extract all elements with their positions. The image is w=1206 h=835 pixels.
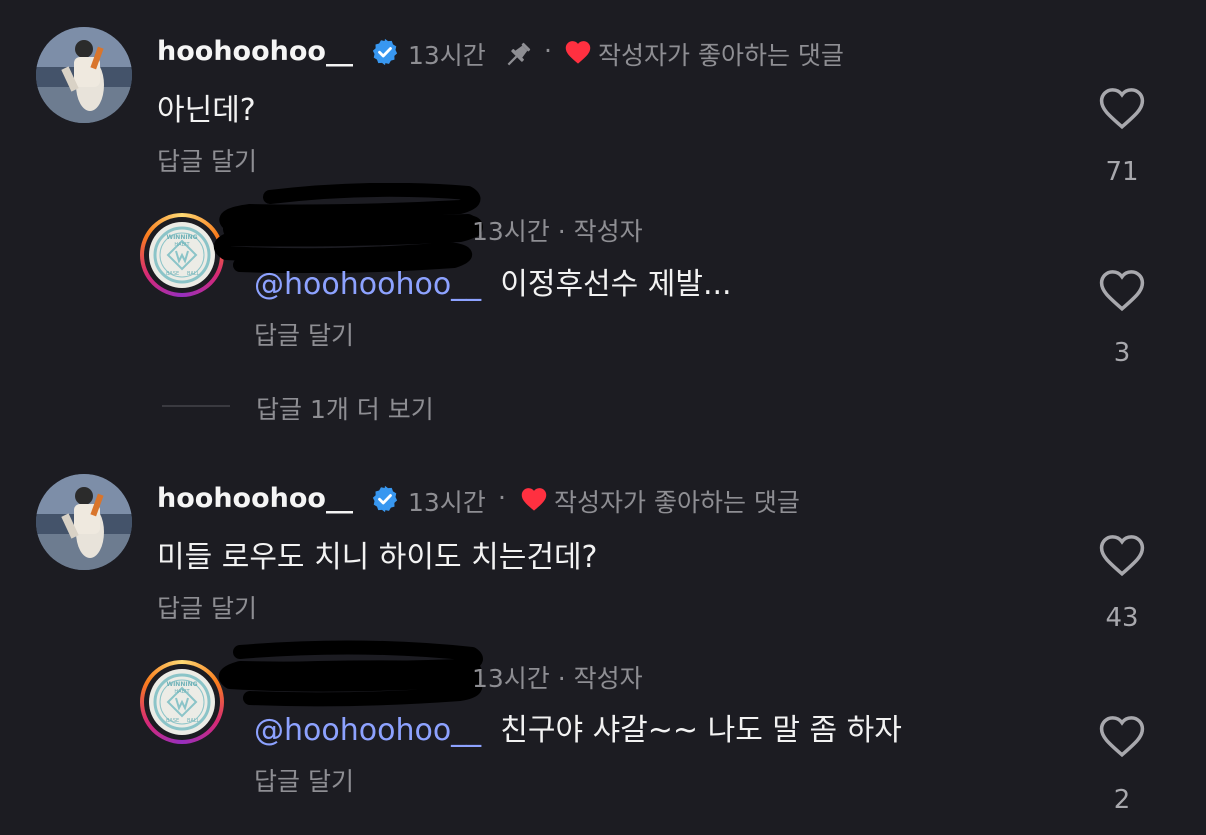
reply-mention[interactable]: @hoohoohoo__ — [254, 267, 481, 302]
like-heart-icon[interactable] — [1097, 532, 1147, 578]
author-liked-heart-icon — [565, 41, 591, 64]
author-liked-label: 작성자가 좋아하는 댓글 — [598, 41, 844, 70]
like-count: 43 — [1105, 603, 1139, 633]
comment-text: 아닌데? — [157, 93, 256, 128]
verified-badge-icon — [372, 38, 398, 66]
like-heart-icon[interactable] — [1097, 85, 1147, 131]
comment-meta-separator: · — [544, 36, 552, 65]
comments-panel: hoohoohoo__ 13시간 · 작성자가 좋아하는 댓글 아닌데? 답글 … — [0, 0, 1206, 835]
reply-button[interactable]: 답글 달기 — [157, 142, 257, 178]
avatar[interactable] — [36, 474, 132, 570]
reply-button[interactable]: 답글 달기 — [254, 762, 354, 798]
comment-time: 13시간 — [408, 488, 486, 517]
avatar-photo-icon — [36, 27, 132, 123]
logo-text-mid: HABIT — [174, 242, 190, 248]
comment-username[interactable]: hoohoohoo__ — [157, 483, 353, 514]
logo-text-right: BALL — [187, 271, 200, 277]
comment-meta-separator: · — [498, 483, 506, 512]
like-count: 3 — [1113, 338, 1131, 368]
author-liked-heart-icon — [521, 488, 547, 511]
redacted-username-scribble — [218, 640, 483, 707]
logo-text-top: WINNING — [166, 681, 197, 688]
like-count: 2 — [1113, 785, 1131, 815]
more-replies-divider — [162, 405, 230, 407]
comment-text: 미들 로우도 치니 하이도 치는건데? — [157, 540, 598, 575]
logo-text-mid: HABIT — [174, 689, 190, 695]
reply-button[interactable]: 답글 달기 — [157, 589, 257, 625]
avatar-photo-icon — [36, 474, 132, 570]
logo-text-right: BALL — [187, 718, 200, 724]
like-heart-icon[interactable] — [1097, 713, 1147, 759]
verified-badge-icon — [372, 485, 398, 513]
author-liked-label: 작성자가 좋아하는 댓글 — [554, 488, 800, 517]
winning-habit-logo-icon: WINNING HABIT BASE BALL — [153, 673, 211, 731]
reply-body: @hoohoohoo__ 친구야 샤갈~~ 나도 말 좀 하자 — [254, 705, 902, 749]
winning-habit-logo-icon: WINNING HABIT BASE BALL — [153, 226, 211, 284]
reply-time-author: 13시간 · 작성자 — [472, 664, 643, 693]
logo-text-top: WINNING — [166, 234, 197, 241]
comment-username[interactable]: hoohoohoo__ — [157, 36, 353, 67]
reply-mention[interactable]: @hoohoohoo__ — [254, 713, 481, 748]
view-more-replies-button[interactable]: 답글 1개 더 보기 — [256, 390, 434, 426]
like-heart-icon[interactable] — [1097, 267, 1147, 313]
comment-time: 13시간 — [408, 41, 486, 70]
pin-icon — [507, 42, 531, 66]
logo-text-left: BASE — [166, 271, 179, 277]
logo-text-left: BASE — [166, 718, 179, 724]
reply-time-author: 13시간 · 작성자 — [472, 217, 643, 246]
like-count: 71 — [1105, 157, 1139, 187]
reply-body: @hoohoohoo__ 이정후선수 제발... — [254, 259, 732, 303]
reply-text: 이정후선수 제발... — [500, 267, 732, 302]
reply-text: 친구야 샤갈~~ 나도 말 좀 하자 — [500, 713, 902, 748]
reply-button[interactable]: 답글 달기 — [254, 316, 354, 352]
avatar[interactable] — [36, 27, 132, 123]
